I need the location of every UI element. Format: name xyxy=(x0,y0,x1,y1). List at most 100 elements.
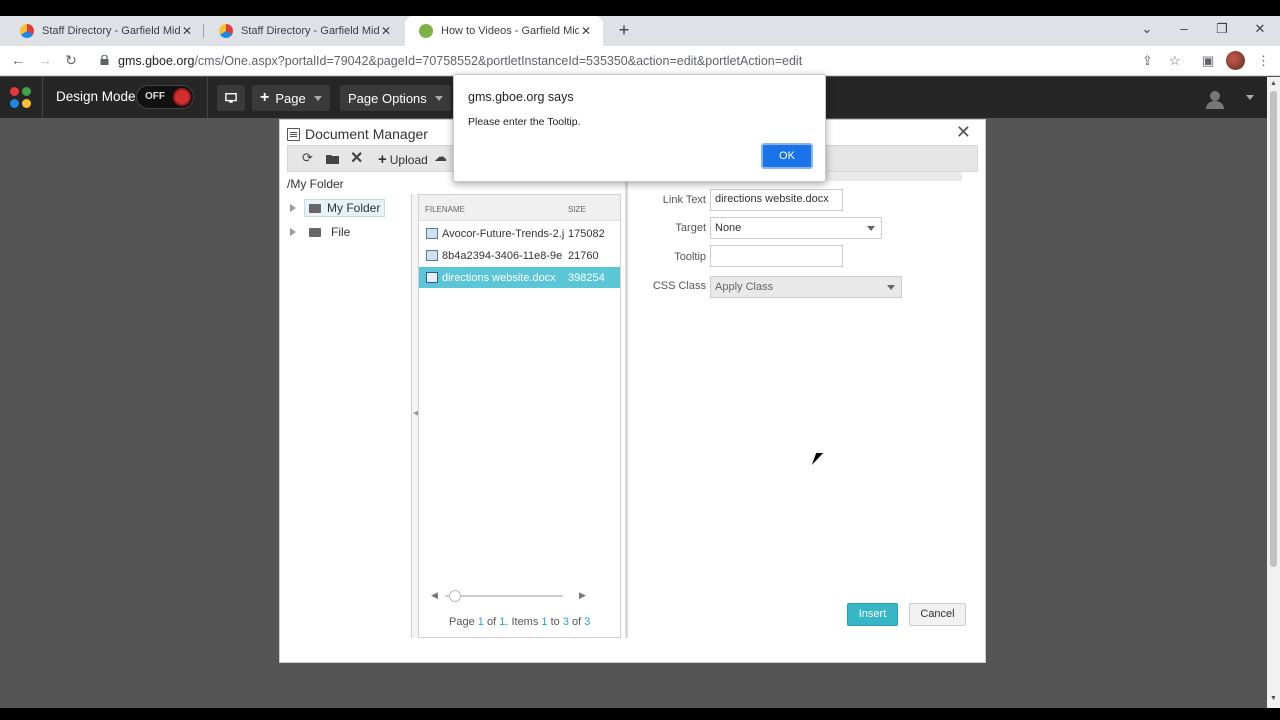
tab-title: Staff Directory - Garfield Middle xyxy=(241,25,379,37)
restore-icon[interactable]: ❐ xyxy=(1212,21,1232,37)
new-tab-icon[interactable]: + xyxy=(614,20,634,41)
expand-icon[interactable] xyxy=(290,228,296,236)
site-icon xyxy=(20,24,34,38)
upload-label: Upload xyxy=(389,153,428,167)
tree-node-text: File xyxy=(331,225,351,239)
file-name: Avocor-Future-Trends-2.j xyxy=(442,227,564,240)
target-select[interactable]: None xyxy=(710,217,882,239)
desktop-view-button[interactable] xyxy=(217,85,245,111)
tab-staff-directory-1[interactable]: Staff Directory - Garfield Middle ✕ xyxy=(6,16,204,46)
file-row[interactable]: Avocor-Future-Trends-2.j 175082 xyxy=(419,223,620,244)
tab-title: How to Videos - Garfield Middle xyxy=(441,25,579,37)
pager-of-label: of xyxy=(572,616,582,628)
side-panel-icon[interactable]: ▣ xyxy=(1202,53,1214,69)
slider-track xyxy=(445,595,563,597)
current-path: /My Folder xyxy=(287,177,344,191)
user-menu-chevron-icon[interactable] xyxy=(1246,95,1254,100)
new-folder-icon[interactable] xyxy=(326,152,339,167)
alert-title: gms.gboe.org says xyxy=(468,90,574,104)
filename-column-header[interactable]: FILENAME xyxy=(425,205,465,214)
toolbar-divider xyxy=(42,77,43,118)
monitor-icon xyxy=(225,93,237,103)
expand-icon[interactable] xyxy=(290,204,296,212)
page-button[interactable]: + Page xyxy=(252,85,330,111)
close-tab-icon[interactable]: ✕ xyxy=(379,24,393,38)
profile-avatar[interactable] xyxy=(1226,51,1245,70)
user-icon[interactable] xyxy=(1205,89,1225,109)
toggle-state-label: OFF xyxy=(145,91,165,102)
cancel-button[interactable]: Cancel xyxy=(909,603,966,626)
file-row[interactable]: 8b4a2394-3406-11e8-9e 21760 xyxy=(419,245,620,266)
apps-grid-icon[interactable] xyxy=(10,87,32,109)
url-field[interactable]: gms.gboe.org/cms/One.aspx?portalId=79042… xyxy=(118,54,802,68)
file-size: 175082 xyxy=(568,227,605,240)
page-slider[interactable]: ◀ ▶ xyxy=(429,590,589,602)
bookmark-star-icon[interactable]: ☆ xyxy=(1169,53,1181,69)
upload-button[interactable]: + Upload xyxy=(378,151,428,168)
ok-button[interactable]: OK xyxy=(761,143,813,169)
scroll-up-icon[interactable]: ▲ xyxy=(1270,80,1277,87)
file-name: 8b4a2394-3406-11e8-9e xyxy=(442,249,563,262)
site-icon xyxy=(219,24,233,38)
file-row-selected[interactable]: directions website.docx 398254 xyxy=(419,267,620,288)
minimize-icon[interactable]: – xyxy=(1174,21,1194,36)
document-icon xyxy=(287,128,300,141)
tab-strip: Staff Directory - Garfield Middle ✕ Staf… xyxy=(0,16,1280,46)
tree-node-my-folder[interactable]: My Folder xyxy=(290,199,386,217)
css-class-select[interactable]: Apply Class xyxy=(710,276,902,298)
top-strip xyxy=(0,0,1280,16)
target-value: None xyxy=(715,222,742,234)
toggle-knob xyxy=(173,88,191,106)
file-name: directions website.docx xyxy=(442,271,556,284)
slider-right-icon[interactable]: ▶ xyxy=(579,590,586,601)
refresh-icon[interactable]: ⟳ xyxy=(302,150,313,166)
forward-arrow-icon[interactable]: → xyxy=(36,52,54,68)
size-column-header[interactable]: SIZE xyxy=(568,205,586,214)
reload-icon[interactable]: ↻ xyxy=(62,52,80,69)
chevron-down-icon xyxy=(313,95,322,101)
back-arrow-icon[interactable]: ← xyxy=(9,52,27,68)
page-scrollbar[interactable]: ▲ ▼ xyxy=(1267,77,1280,708)
scrollbar-thumb[interactable] xyxy=(1270,91,1277,567)
folder-tree: My Folder File xyxy=(283,194,412,638)
pager-to: 3 xyxy=(562,616,569,628)
tooltip-input[interactable] xyxy=(710,245,843,267)
pager-total-items: 3 xyxy=(584,616,591,628)
dialog-close-icon[interactable]: ✕ xyxy=(956,122,971,143)
window-close-icon[interactable]: ✕ xyxy=(1250,21,1270,37)
close-tab-icon[interactable]: ✕ xyxy=(180,24,194,38)
close-tab-icon[interactable]: ✕ xyxy=(579,24,593,38)
pager-of-label: of xyxy=(486,616,497,628)
slider-left-icon[interactable]: ◀ xyxy=(431,590,438,601)
url-host: gms.gboe.org xyxy=(118,54,195,68)
scroll-down-icon[interactable]: ▼ xyxy=(1270,695,1277,702)
document-manager-dialog: Document Manager ✕ ⟳ ✕ + Upload ☁ /My Fol… xyxy=(279,119,986,663)
insert-button[interactable]: Insert xyxy=(847,603,898,626)
share-icon[interactable]: ⇪ xyxy=(1142,53,1153,69)
css-class-value: Apply Class xyxy=(715,281,774,293)
bottom-strip xyxy=(0,708,1280,720)
pager-items-label: Items xyxy=(511,616,539,628)
design-mode-toggle[interactable]: OFF xyxy=(136,85,194,109)
target-label: Target xyxy=(675,222,706,234)
link-text-input[interactable]: directions website.docx xyxy=(710,189,843,211)
tab-search-chevron-icon[interactable]: ⌄ xyxy=(1137,21,1157,37)
menu-kebab-icon[interactable]: ⋮ xyxy=(1257,53,1270,69)
tree-node-file[interactable]: File xyxy=(290,225,350,239)
pager-page-label: Page xyxy=(449,616,475,628)
chevron-down-icon xyxy=(887,285,895,290)
cloud-download-icon[interactable]: ☁ xyxy=(434,149,447,165)
tab-how-to-videos[interactable]: How to Videos - Garfield Middle ✕ xyxy=(405,16,603,46)
pager-info: Page 1 of 1. Items 1 to 3 of 3 xyxy=(449,616,590,628)
tooltip-label: Tooltip xyxy=(674,251,706,263)
page-options-button[interactable]: Page Options xyxy=(340,85,451,111)
delete-icon[interactable]: ✕ xyxy=(350,148,363,168)
screen: Staff Directory - Garfield Middle ✕ Staf… xyxy=(0,0,1280,720)
slider-handle[interactable] xyxy=(449,590,461,602)
lock-icon[interactable] xyxy=(100,55,109,65)
image-file-icon xyxy=(426,228,438,239)
tab-title: Staff Directory - Garfield Middle xyxy=(42,25,180,37)
tab-staff-directory-2[interactable]: Staff Directory - Garfield Middle ✕ xyxy=(205,16,403,46)
pager-from: 1 xyxy=(541,616,548,628)
tab-separator xyxy=(203,24,204,38)
